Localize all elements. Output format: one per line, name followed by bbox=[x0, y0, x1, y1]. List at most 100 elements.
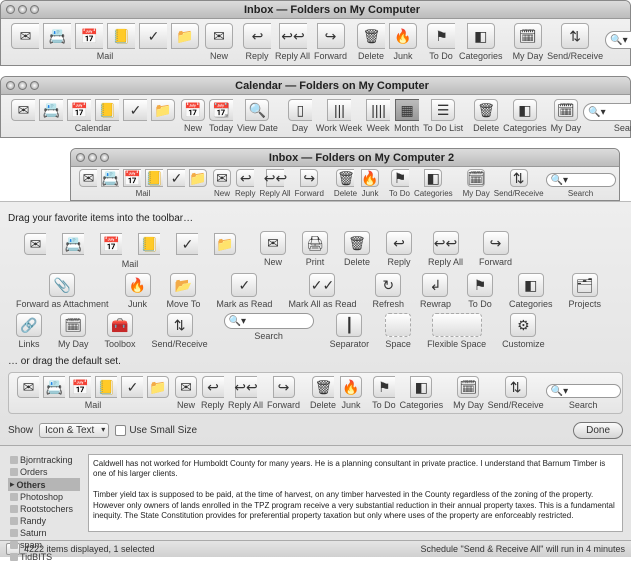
view-calendar-button[interactable]: 📅 bbox=[67, 99, 91, 121]
mini-junk[interactable]: 🔥Junk bbox=[361, 169, 379, 198]
forward-button[interactable]: ↪︎Forward bbox=[314, 23, 347, 61]
zoom-icon[interactable] bbox=[30, 81, 39, 90]
search-input[interactable] bbox=[606, 107, 631, 118]
v-notes[interactable]: 📒 bbox=[145, 169, 163, 187]
reply-button[interactable]: ↩︎Reply bbox=[243, 23, 271, 61]
reply-all-button[interactable]: ↩︎↩︎Reply All bbox=[275, 23, 310, 61]
pal-delete[interactable]: 🗑Delete bbox=[344, 231, 370, 269]
zoom-icon[interactable] bbox=[100, 153, 109, 162]
pal-forward[interactable]: ↪︎Forward bbox=[479, 231, 512, 269]
pal-mark-all-read[interactable]: ✓✓Mark All as Read bbox=[288, 273, 356, 309]
zoom-icon[interactable] bbox=[30, 5, 39, 14]
junk-button[interactable]: 🔥Junk bbox=[389, 23, 417, 61]
minimize-icon[interactable] bbox=[18, 81, 27, 90]
folder-item-selected[interactable]: ▸ Others bbox=[8, 478, 80, 491]
pal-space[interactable]: Space bbox=[385, 313, 411, 349]
categories-button[interactable]: ◧Categories bbox=[503, 99, 547, 133]
v-proj[interactable]: 📁 bbox=[189, 169, 207, 187]
mini-replyall[interactable]: ↩︎↩︎Reply All bbox=[259, 169, 290, 198]
pal-links[interactable]: 🔗Links bbox=[16, 313, 42, 349]
folder-item[interactable]: Bjorntracking bbox=[8, 454, 80, 466]
view-mail-button[interactable]: ✉︎ bbox=[11, 99, 35, 121]
mini-new[interactable]: ✉︎New bbox=[213, 169, 231, 198]
myday-button[interactable]: 🗓My Day bbox=[513, 23, 544, 61]
delete-button[interactable]: 🗑Delete bbox=[473, 99, 499, 133]
close-icon[interactable] bbox=[76, 153, 85, 162]
view-tasks-button[interactable]: ✓ bbox=[139, 23, 167, 49]
pal-mail-group[interactable]: ✉︎ 📇 📅 📒 ✓ 📁 Mail bbox=[16, 231, 244, 269]
pal-move-to[interactable]: 📂Move To bbox=[167, 273, 201, 309]
pal-separator[interactable]: ┃Separator bbox=[330, 313, 370, 349]
categories-button[interactable]: ◧Categories bbox=[459, 23, 503, 61]
view-mail-button[interactable]: ✉︎ bbox=[11, 23, 39, 49]
month-button[interactable]: ▦Month bbox=[394, 99, 419, 133]
workweek-button[interactable]: |||Work Week bbox=[316, 99, 362, 133]
mini-delete[interactable]: 🗑Delete bbox=[334, 169, 357, 198]
pal-rewrap[interactable]: ↲Rewrap bbox=[420, 273, 451, 309]
view-notes-button[interactable]: 📒 bbox=[95, 99, 119, 121]
pal-projects[interactable]: 🗂Projects bbox=[569, 273, 602, 309]
pal-toolbox[interactable]: 🧰Toolbox bbox=[105, 313, 136, 349]
todo-list-button[interactable]: ☰To Do List bbox=[423, 99, 463, 133]
v-mail[interactable]: ✉︎ bbox=[79, 169, 97, 187]
pal-refresh[interactable]: ↻Refresh bbox=[372, 273, 404, 309]
pal-todo[interactable]: ⚑To Do bbox=[467, 273, 493, 309]
view-calendar-button[interactable]: 📅 bbox=[75, 23, 103, 49]
mini-forward[interactable]: ↪︎Forward bbox=[295, 169, 324, 198]
view-address-button[interactable]: 📇 bbox=[39, 99, 63, 121]
view-projects-button[interactable]: 📁 bbox=[151, 99, 175, 121]
view-tasks-button[interactable]: ✓ bbox=[123, 99, 147, 121]
folder-item[interactable]: TidBITS bbox=[8, 551, 80, 563]
pal-forward-attachment[interactable]: 📎Forward as Attachment bbox=[16, 273, 109, 309]
todo-button[interactable]: ⚑To Do bbox=[427, 23, 455, 61]
pal-categories[interactable]: ◧Categories bbox=[509, 273, 553, 309]
new-button[interactable]: ✉︎New bbox=[205, 23, 233, 61]
folder-item[interactable]: Randy bbox=[8, 515, 80, 527]
today-button[interactable]: 📆Today bbox=[209, 99, 233, 133]
send-receive-button[interactable]: ⇅Send/Receive bbox=[547, 23, 603, 61]
v-cal[interactable]: 📅 bbox=[123, 169, 141, 187]
pal-new[interactable]: ✉︎New bbox=[260, 231, 286, 269]
search-field[interactable]: 🔍▾ bbox=[546, 173, 616, 187]
folder-item[interactable]: Photoshop bbox=[8, 491, 80, 503]
delete-button[interactable]: 🗑Delete bbox=[357, 23, 385, 61]
minimize-icon[interactable] bbox=[18, 5, 27, 14]
folder-item[interactable]: Orders bbox=[8, 466, 80, 478]
use-small-checkbox[interactable]: Use Small Size bbox=[115, 425, 197, 436]
folder-item[interactable]: Rootstochers bbox=[8, 503, 80, 515]
view-date-button[interactable]: 🔍View Date bbox=[237, 99, 278, 133]
done-button[interactable]: Done bbox=[573, 422, 623, 439]
pal-mark-read[interactable]: ✓Mark as Read bbox=[216, 273, 272, 309]
pal-send-receive[interactable]: ⇅Send/Receive bbox=[152, 313, 208, 349]
close-icon[interactable] bbox=[6, 5, 15, 14]
day-button[interactable]: ▯Day bbox=[288, 99, 312, 133]
pal-search[interactable]: 🔍▾ Search bbox=[224, 313, 314, 349]
view-address-button[interactable]: 📇 bbox=[43, 23, 71, 49]
pal-flexible-space[interactable]: Flexible Space bbox=[427, 313, 486, 349]
mini-myday[interactable]: 🗓My Day bbox=[463, 169, 490, 198]
close-icon[interactable] bbox=[6, 81, 15, 90]
pal-reply[interactable]: ↩︎Reply bbox=[386, 231, 412, 269]
myday-button[interactable]: 🗓My Day bbox=[551, 99, 582, 133]
mini-categories[interactable]: ◧Categories bbox=[414, 169, 453, 198]
view-notes-button[interactable]: 📒 bbox=[107, 23, 135, 49]
pal-customize[interactable]: ⚙︎Customize bbox=[502, 313, 545, 349]
search-field[interactable]: 🔍▾ bbox=[605, 31, 631, 49]
search-input[interactable] bbox=[628, 35, 631, 46]
view-projects-button[interactable]: 📁 bbox=[171, 23, 199, 49]
mini-sendreceive[interactable]: ⇅Send/Receive bbox=[494, 169, 544, 198]
pal-print[interactable]: 🖨Print bbox=[302, 231, 328, 269]
pal-myday[interactable]: 🗓My Day bbox=[58, 313, 89, 349]
show-mode-popup[interactable]: Icon & Text bbox=[39, 423, 109, 438]
default-toolbar-set[interactable]: ✉︎ 📇 📅 📒 ✓ 📁 Mail ✉︎New ↩︎Reply ↩︎↩︎Repl… bbox=[8, 372, 623, 414]
new-button[interactable]: 📅New bbox=[181, 99, 205, 133]
folder-item[interactable]: Saturn bbox=[8, 527, 80, 539]
search-field[interactable]: 🔍▾ bbox=[583, 103, 631, 121]
mini-reply[interactable]: ↩︎Reply bbox=[235, 169, 255, 198]
pal-reply-all[interactable]: ↩︎↩︎Reply All bbox=[428, 231, 463, 269]
week-button[interactable]: ||||Week bbox=[366, 99, 390, 133]
search-input[interactable] bbox=[568, 175, 608, 186]
pal-junk[interactable]: 🔥Junk bbox=[125, 273, 151, 309]
v-addr[interactable]: 📇 bbox=[101, 169, 119, 187]
folder-item[interactable]: spam bbox=[8, 539, 80, 551]
